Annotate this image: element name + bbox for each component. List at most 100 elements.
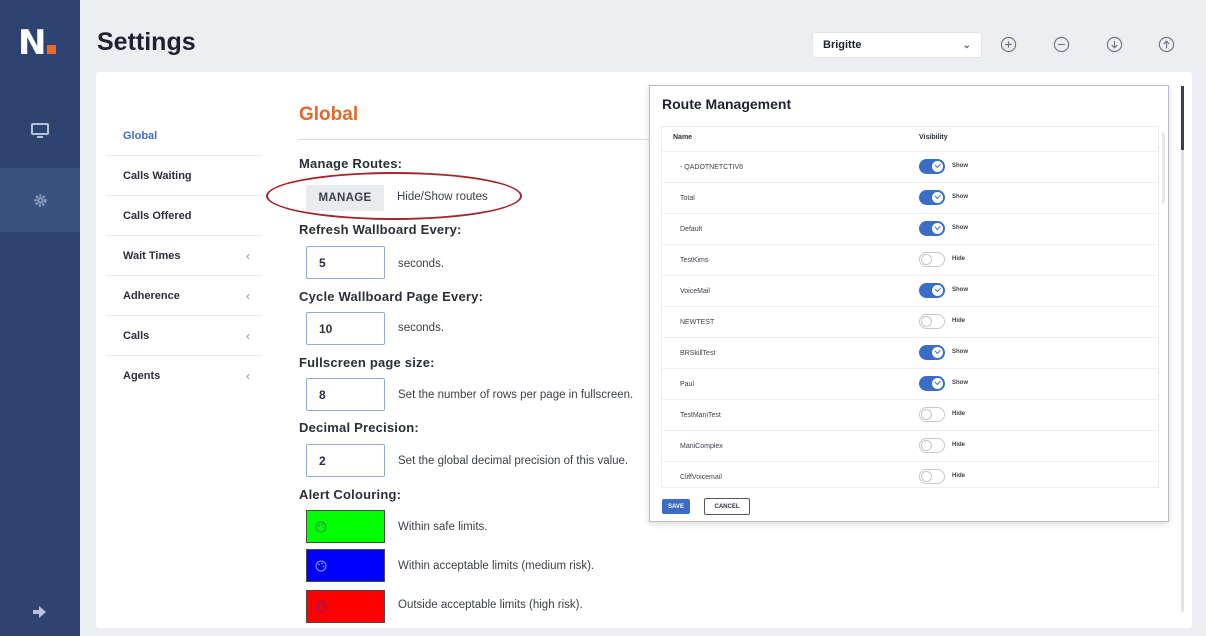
table-row: Default Show (662, 213, 1158, 244)
visibility-label: Show (952, 163, 968, 169)
visibility-label: Hide (952, 473, 966, 479)
cycle-unit: seconds. (398, 322, 445, 334)
page-scrollbar-thumb[interactable] (1181, 86, 1184, 150)
visibility-toggle[interactable] (919, 221, 945, 236)
zoom-out-icon[interactable] (1053, 36, 1070, 53)
route-name: CliffVoicemail (680, 474, 722, 481)
alert-color-high[interactable] (306, 590, 385, 623)
nav-item-adherence[interactable]: Adherence ‹ (106, 276, 262, 316)
decimal-precision-input[interactable] (306, 444, 385, 477)
visibility-toggle[interactable] (919, 345, 945, 360)
visibility-toggle[interactable] (919, 407, 945, 422)
table-row: Paul Show (662, 368, 1158, 399)
col-header-name: Name (673, 134, 693, 141)
fullscreen-label: Fullscreen page size: (299, 355, 435, 370)
nav-item-calls[interactable]: Calls ‹ (106, 316, 262, 356)
fullscreen-size-input[interactable] (306, 378, 385, 411)
nav-item-agents[interactable]: Agents ‹ (106, 356, 262, 396)
gear-icon (33, 193, 47, 207)
decimal-label: Decimal Precision: (299, 420, 419, 435)
monitor-icon (31, 123, 49, 138)
visibility-toggle[interactable] (919, 190, 945, 205)
section-divider (298, 139, 650, 140)
rail-item-dashboard[interactable] (0, 99, 80, 163)
nav-item-wait-times[interactable]: Wait Times ‹ (106, 236, 262, 276)
visibility-label: Show (952, 287, 968, 293)
route-name: Total (680, 195, 695, 202)
nav-item-global[interactable]: Global (106, 116, 262, 156)
decimal-hint: Set the global decimal precision of this… (398, 455, 629, 467)
chevron-left-icon: ‹ (246, 369, 250, 383)
visibility-label: Hide (952, 256, 966, 262)
table-row: ManiComplex Hide (662, 430, 1158, 461)
chevron-left-icon: ‹ (246, 248, 250, 263)
nav-item-calls-waiting[interactable]: Calls Waiting (106, 156, 262, 196)
alert-medium-text: Within acceptable limits (medium risk). (398, 560, 595, 572)
route-name: NEWTEST (680, 319, 715, 326)
alert-color-medium[interactable] (306, 549, 385, 582)
alert-color-safe[interactable] (306, 510, 385, 543)
route-name: ManiComplex (680, 443, 723, 450)
chevron-left-icon: ‹ (246, 328, 250, 343)
user-select-value: Brigitte (823, 39, 862, 51)
visibility-label: Show (952, 380, 968, 386)
highlight-ellipse (266, 172, 522, 220)
save-button[interactable]: SAVE (662, 499, 690, 514)
col-header-visibility: Visibility (919, 134, 948, 141)
visibility-toggle[interactable] (919, 159, 945, 174)
visibility-label: Show (952, 194, 968, 200)
visibility-toggle[interactable] (919, 283, 945, 298)
palette-icon (315, 601, 327, 613)
settings-nav: Global Calls Waiting Calls Offered Wait … (106, 116, 262, 396)
table-row: CliffVoicemail Hide (662, 461, 1158, 487)
route-name: BRSkillTest (680, 350, 716, 357)
visibility-toggle[interactable] (919, 376, 945, 391)
page-scrollbar[interactable] (1181, 86, 1184, 612)
modal-title: Route Management (662, 96, 792, 112)
table-row: VoiceMail Show (662, 275, 1158, 306)
route-name: - QADOTNETCTIV6 (680, 164, 744, 171)
rail-item-settings[interactable] (0, 168, 80, 232)
cancel-button[interactable]: CANCEL (704, 498, 750, 515)
refresh-unit: seconds. (398, 258, 445, 270)
table-row: TestKims Hide (662, 244, 1158, 275)
nav-item-calls-offered[interactable]: Calls Offered (106, 196, 262, 236)
alert-colouring-label: Alert Colouring: (299, 487, 402, 502)
route-name: Paul (680, 381, 695, 388)
visibility-toggle[interactable] (919, 252, 945, 267)
visibility-label: Hide (952, 411, 966, 417)
alert-safe-text: Within safe limits. (398, 521, 488, 533)
app-logo: N (18, 26, 57, 60)
fullscreen-hint: Set the number of rows per page in fulls… (398, 389, 634, 401)
user-select[interactable]: Brigitte ⌄ (812, 32, 982, 58)
rail-item-logout[interactable] (0, 580, 80, 636)
visibility-label: Hide (952, 318, 966, 324)
route-table: Name Visibility - QADOTNETCTIV6 Show Total… (661, 126, 1159, 488)
route-name: Default (680, 226, 703, 233)
left-rail: N (0, 0, 80, 636)
route-name: VoiceMail (680, 288, 710, 295)
route-management-modal: Route Management Name Visibility - QADOT… (649, 85, 1169, 522)
cycle-interval-input[interactable] (306, 312, 385, 345)
visibility-label: Show (952, 225, 968, 231)
zoom-in-icon[interactable] (1000, 36, 1017, 53)
download-icon[interactable] (1106, 36, 1123, 53)
cycle-label: Cycle Wallboard Page Every: (299, 289, 484, 304)
visibility-toggle[interactable] (919, 314, 945, 329)
modal-scrollbar[interactable] (1162, 133, 1165, 203)
upload-icon[interactable] (1158, 36, 1175, 53)
chevron-down-icon: ⌄ (962, 39, 971, 51)
table-row: - QADOTNETCTIV6 Show (662, 151, 1158, 182)
visibility-toggle[interactable] (919, 438, 945, 453)
table-row: NEWTEST Hide (662, 306, 1158, 337)
sign-out-icon (33, 606, 46, 618)
chevron-left-icon: ‹ (246, 288, 250, 303)
table-row: Total Show (662, 182, 1158, 213)
route-name: TestManiTest (680, 412, 721, 419)
route-name: TestKims (680, 257, 709, 264)
section-title: Global (299, 104, 359, 125)
visibility-toggle[interactable] (919, 469, 945, 484)
manage-routes-label: Manage Routes: (299, 156, 403, 171)
visibility-label: Show (952, 349, 968, 355)
refresh-interval-input[interactable] (306, 246, 385, 279)
